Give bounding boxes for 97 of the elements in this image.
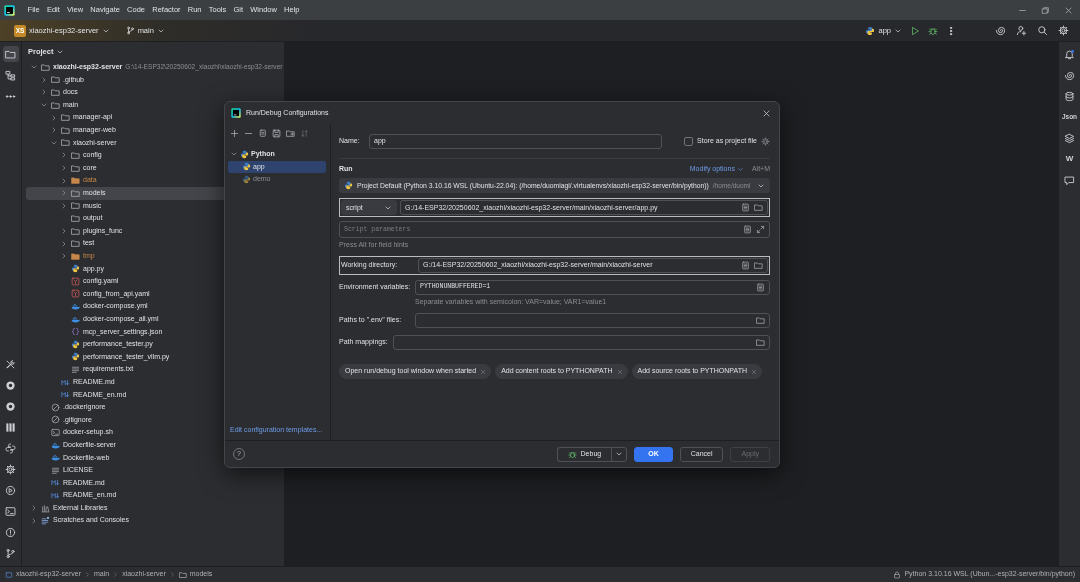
markdown-icon [61,390,70,400]
checkbox[interactable] [684,137,694,146]
app-logo-icon [4,4,15,16]
chevron-right-icon[interactable] [50,113,58,122]
search-icon[interactable] [1037,25,1048,36]
ignore-icon [51,415,60,425]
markdown-icon [51,491,60,500]
close-icon[interactable] [1064,5,1073,15]
python-icon [242,174,251,184]
ring-icon[interactable] [5,400,16,412]
whale-icon [51,453,60,463]
problems-icon[interactable] [5,526,16,538]
add-user-icon[interactable] [1016,25,1027,36]
chevron-right-icon[interactable] [60,201,68,210]
document-icon[interactable] [741,203,750,213]
columns-icon[interactable] [5,421,16,433]
whale-icon [51,440,60,450]
ring-icon[interactable] [5,379,16,391]
chevron-right-icon[interactable] [60,189,68,198]
document-icon[interactable] [743,225,752,235]
chevron-right-icon[interactable] [60,252,68,261]
run-icon[interactable] [910,25,920,36]
document-icon[interactable] [756,282,765,292]
gear-icon[interactable] [761,137,770,146]
chevron-right-icon [84,571,91,578]
yaml-file-icon [71,276,80,286]
chevron-right-icon[interactable] [60,164,68,173]
python-icon [71,264,80,274]
folder-icon[interactable] [754,203,763,213]
document-icon[interactable] [741,260,750,270]
ignore-icon [51,402,60,412]
chevron-right-icon[interactable] [60,227,68,235]
database-icon[interactable] [1064,90,1075,102]
app-logo-icon [231,108,241,118]
python-icon [71,352,80,362]
text-file-icon [71,365,80,375]
terminal-file-icon [51,428,60,437]
lock-icon[interactable] [893,570,902,579]
project-icon [5,48,16,60]
scratch-icon [41,516,50,526]
python-icon [865,25,876,36]
terminal-icon[interactable] [5,505,16,517]
expand-icon[interactable] [756,225,765,235]
markdown-icon [61,377,70,387]
chevron-right-icon [112,571,120,578]
folder-icon[interactable] [756,316,765,326]
run-icon[interactable] [5,484,16,496]
python-icon [240,149,249,159]
layers-icon[interactable] [1064,132,1075,144]
folder-icon [178,570,187,579]
structure-icon [5,69,16,81]
chevron-right-icon[interactable] [30,504,38,513]
settings-icon[interactable] [1058,25,1069,36]
debug-icon[interactable] [928,25,938,36]
python-icon[interactable] [5,442,16,454]
braces-icon [71,327,80,337]
markdown-icon [51,478,60,488]
copy-icon[interactable] [258,128,267,138]
tool-label[interactable]: W [1065,154,1074,164]
tool-button[interactable] [2,46,19,62]
python-icon [71,339,80,349]
chat-icon[interactable] [1064,174,1075,186]
add-icon[interactable] [230,128,239,138]
save-icon[interactable] [272,128,281,138]
python-icon [242,162,251,172]
spiral-icon[interactable] [995,25,1006,36]
bug-icon [567,449,577,459]
tools-icon[interactable] [5,358,16,370]
chevron-down-icon [736,165,744,173]
chevron-right-icon[interactable] [50,126,58,135]
chevron-right-icon [168,571,176,578]
path-mappings-field[interactable] [393,335,770,351]
chevron-right-icon[interactable] [60,176,68,185]
whale-icon [71,314,80,324]
restore-icon[interactable] [1041,5,1050,15]
branch-icon[interactable] [5,547,16,559]
module-icon [5,570,13,579]
chevron-right-icon[interactable] [60,151,68,160]
yaml-file-icon [71,289,80,299]
python-icon [344,181,353,191]
close-icon[interactable] [762,108,771,118]
text-file-icon [51,465,60,475]
folder-icon[interactable] [756,338,765,348]
notifications-icon[interactable] [1064,48,1075,60]
gear-icon[interactable] [5,463,16,475]
folder-icon[interactable] [754,260,763,270]
chevron-right-icon[interactable] [40,88,48,97]
chevron-down-icon [615,450,624,458]
env-files-field[interactable] [415,313,770,329]
chevron-right-icon[interactable] [30,516,38,525]
chevron-right-icon[interactable] [60,239,68,248]
spiral-icon[interactable] [1064,69,1075,81]
new-folder-icon[interactable] [286,128,295,138]
branch-icon [125,26,135,35]
whale-icon [71,302,80,312]
library-icon [41,503,50,513]
chevron-right-icon[interactable] [40,75,48,84]
